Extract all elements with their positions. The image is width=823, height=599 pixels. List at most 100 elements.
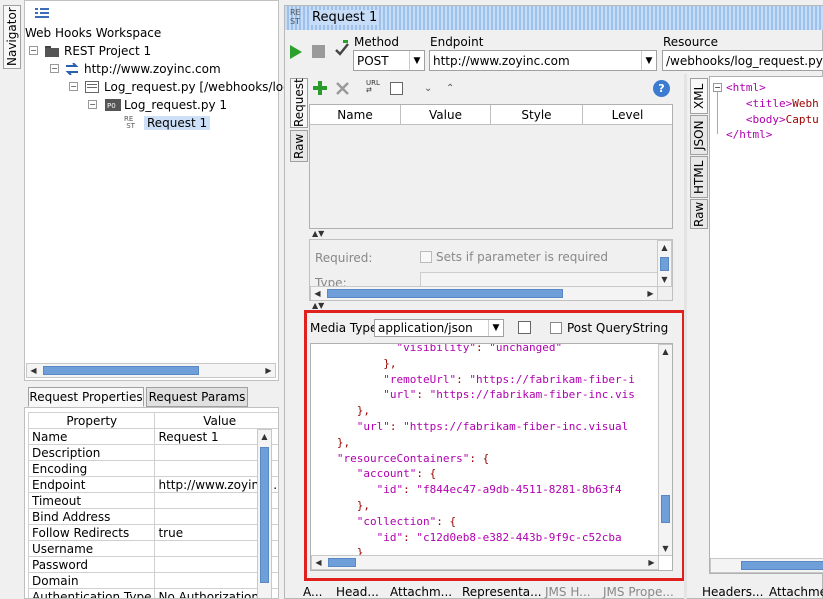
endpoint-select[interactable]: http://www.zoyinc.com ▼ <box>429 50 657 71</box>
bottom-tab-auth[interactable]: A... <box>303 585 322 599</box>
svg-text:P0: P0 <box>107 102 116 110</box>
chevron-down-icon: ▼ <box>409 51 424 70</box>
required-label: Required: <box>315 251 373 265</box>
collapse-icon[interactable]: − <box>88 100 97 109</box>
tab-raw[interactable]: Raw <box>290 130 308 162</box>
tree-toolbar-icon[interactable] <box>35 7 49 18</box>
scroll-left-icon[interactable]: ◀ <box>27 364 40 377</box>
tree-project[interactable]: REST Project 1 <box>45 42 151 60</box>
table-row[interactable]: Domain <box>27 572 278 589</box>
tab-response-raw[interactable]: Raw <box>690 199 708 229</box>
table-row[interactable]: Encoding <box>27 460 278 477</box>
code-line: <title>Webh <box>745 96 819 110</box>
tree-endpoint[interactable]: http://www.zoyinc.com <box>65 60 221 78</box>
required-checkbox[interactable] <box>420 251 432 263</box>
navigator-panel: Web Hooks Workspace − REST Project 1 − h… <box>24 0 297 381</box>
edit-icon[interactable] <box>390 82 403 95</box>
table-row[interactable]: Password <box>27 556 278 573</box>
tree-resource[interactable]: Log_request.py [/webhooks/log_ <box>85 78 297 96</box>
table-row[interactable]: Username <box>27 540 278 557</box>
method-select[interactable]: POST ▼ <box>353 50 425 71</box>
scroll-up-icon[interactable]: ▲ <box>258 430 271 443</box>
response-tab-headers[interactable]: Headers... <box>702 585 763 599</box>
move-up-icon[interactable]: ⌃ <box>446 83 454 94</box>
request-title: Request 1 <box>310 10 380 25</box>
scroll-right-icon[interactable]: ▶ <box>262 364 275 377</box>
params-name-header[interactable]: Name <box>310 105 401 124</box>
scroll-left-icon[interactable]: ◀ <box>311 287 324 300</box>
tree-method[interactable]: P0 Log_request.py 1 <box>105 96 227 114</box>
scroll-down-icon[interactable]: ▼ <box>658 273 671 286</box>
navigator-tab[interactable]: Navigator <box>3 5 21 69</box>
table-row[interactable]: Timeout <box>27 492 278 509</box>
params-style-header[interactable]: Style <box>491 105 583 124</box>
resource-input[interactable]: /webhooks/log_request.py <box>662 50 823 71</box>
code-line: <body>Captu <box>745 112 819 126</box>
collapse-icon[interactable]: − <box>50 64 59 73</box>
splitter-icon[interactable]: ▲▼ <box>312 229 324 238</box>
property-name-cell: Domain <box>27 572 156 589</box>
run-button[interactable] <box>290 45 302 62</box>
response-tab-attachments[interactable]: Attachme <box>769 585 823 599</box>
resource-icon <box>85 81 99 93</box>
tab-request[interactable]: Request <box>290 78 308 128</box>
properties-panel: Property Value Name Request 1 Description E… <box>24 407 279 599</box>
add-param-button[interactable] <box>313 81 327 98</box>
tab-json[interactable]: JSON <box>690 115 708 155</box>
collapse-icon[interactable]: − <box>29 46 38 55</box>
encode-icon[interactable]: URL ⇄ <box>366 80 380 94</box>
response-code: <html> <title>Webh <body>Captu </html> <box>726 80 819 143</box>
params-level-header[interactable]: Level <box>583 105 672 124</box>
params-table: Name Value Style Level <box>309 104 673 229</box>
response-horizontal-scrollbar[interactable] <box>710 558 823 573</box>
bottom-tab-representations[interactable]: Representa... <box>462 585 542 599</box>
tree-workspace[interactable]: Web Hooks Workspace <box>25 24 161 42</box>
value-header[interactable]: Value <box>154 412 278 429</box>
table-row[interactable]: Description <box>27 444 278 461</box>
splitter-icon[interactable]: ▲▼ <box>312 301 324 310</box>
move-down-icon[interactable]: ⌄ <box>424 83 432 94</box>
folder-icon <box>45 45 59 57</box>
property-header[interactable]: Property <box>27 412 156 429</box>
method-icon: P0 <box>105 99 121 111</box>
bottom-tab-jms-properties[interactable]: JMS Prope... <box>603 585 674 599</box>
scroll-up-icon[interactable]: ▲ <box>658 241 671 254</box>
property-name-cell: Name <box>27 428 156 445</box>
bottom-tab-attachments[interactable]: Attachm... <box>390 585 452 599</box>
table-row[interactable]: Follow Redirects true <box>27 524 278 541</box>
check-icon[interactable] <box>334 40 350 61</box>
table-row[interactable]: Bind Address <box>27 508 278 525</box>
tree-request[interactable]: RE ST Request 1 <box>124 114 211 132</box>
help-icon[interactable]: ? <box>653 80 670 97</box>
tab-html[interactable]: HTML <box>690 156 708 198</box>
table-row[interactable]: Endpoint http://www.zoyinc.... <box>27 476 278 493</box>
properties-vertical-scrollbar[interactable]: ▲ <box>257 429 272 598</box>
property-name-cell: Timeout <box>27 492 156 509</box>
table-row[interactable]: Authentication Type No Authorization <box>27 588 278 598</box>
scroll-right-icon[interactable]: ▶ <box>644 287 657 300</box>
property-name-cell: Authentication Type <box>27 588 156 598</box>
resource-label: Resource <box>663 35 719 49</box>
navigator-tab-label: Navigator <box>5 7 19 67</box>
fold-icon[interactable]: − <box>713 83 722 92</box>
detail-vertical-scrollbar[interactable]: ▲ ▼ <box>657 240 672 287</box>
bottom-tab-jms-headers[interactable]: JMS H... <box>545 585 591 599</box>
tab-request-params[interactable]: Request Params <box>146 387 248 407</box>
property-name-cell: Username <box>27 540 156 557</box>
tree-horizontal-scrollbar[interactable]: ◀ ▶ <box>26 363 276 378</box>
tab-xml[interactable]: XML <box>690 78 708 114</box>
panel-splitter[interactable] <box>684 74 687 599</box>
table-row[interactable]: Name Request 1 <box>27 428 278 445</box>
bottom-tab-headers[interactable]: Head... <box>336 585 379 599</box>
tab-request-properties[interactable]: Request Properties <box>28 387 144 407</box>
swap-arrows-icon <box>65 62 79 76</box>
collapse-icon[interactable]: − <box>69 82 78 91</box>
response-editor[interactable]: − <html> <title>Webh <body>Captu </html> <box>709 76 823 574</box>
detail-horizontal-scrollbar[interactable]: ◀ ▶ <box>310 286 658 300</box>
params-value-header[interactable]: Value <box>401 105 491 124</box>
property-name-cell: Encoding <box>27 460 156 477</box>
method-label: Method <box>354 35 400 49</box>
remove-param-button[interactable] <box>336 82 349 98</box>
stop-button[interactable] <box>312 45 325 58</box>
required-checkbox-label: Sets if parameter is required <box>436 250 608 264</box>
